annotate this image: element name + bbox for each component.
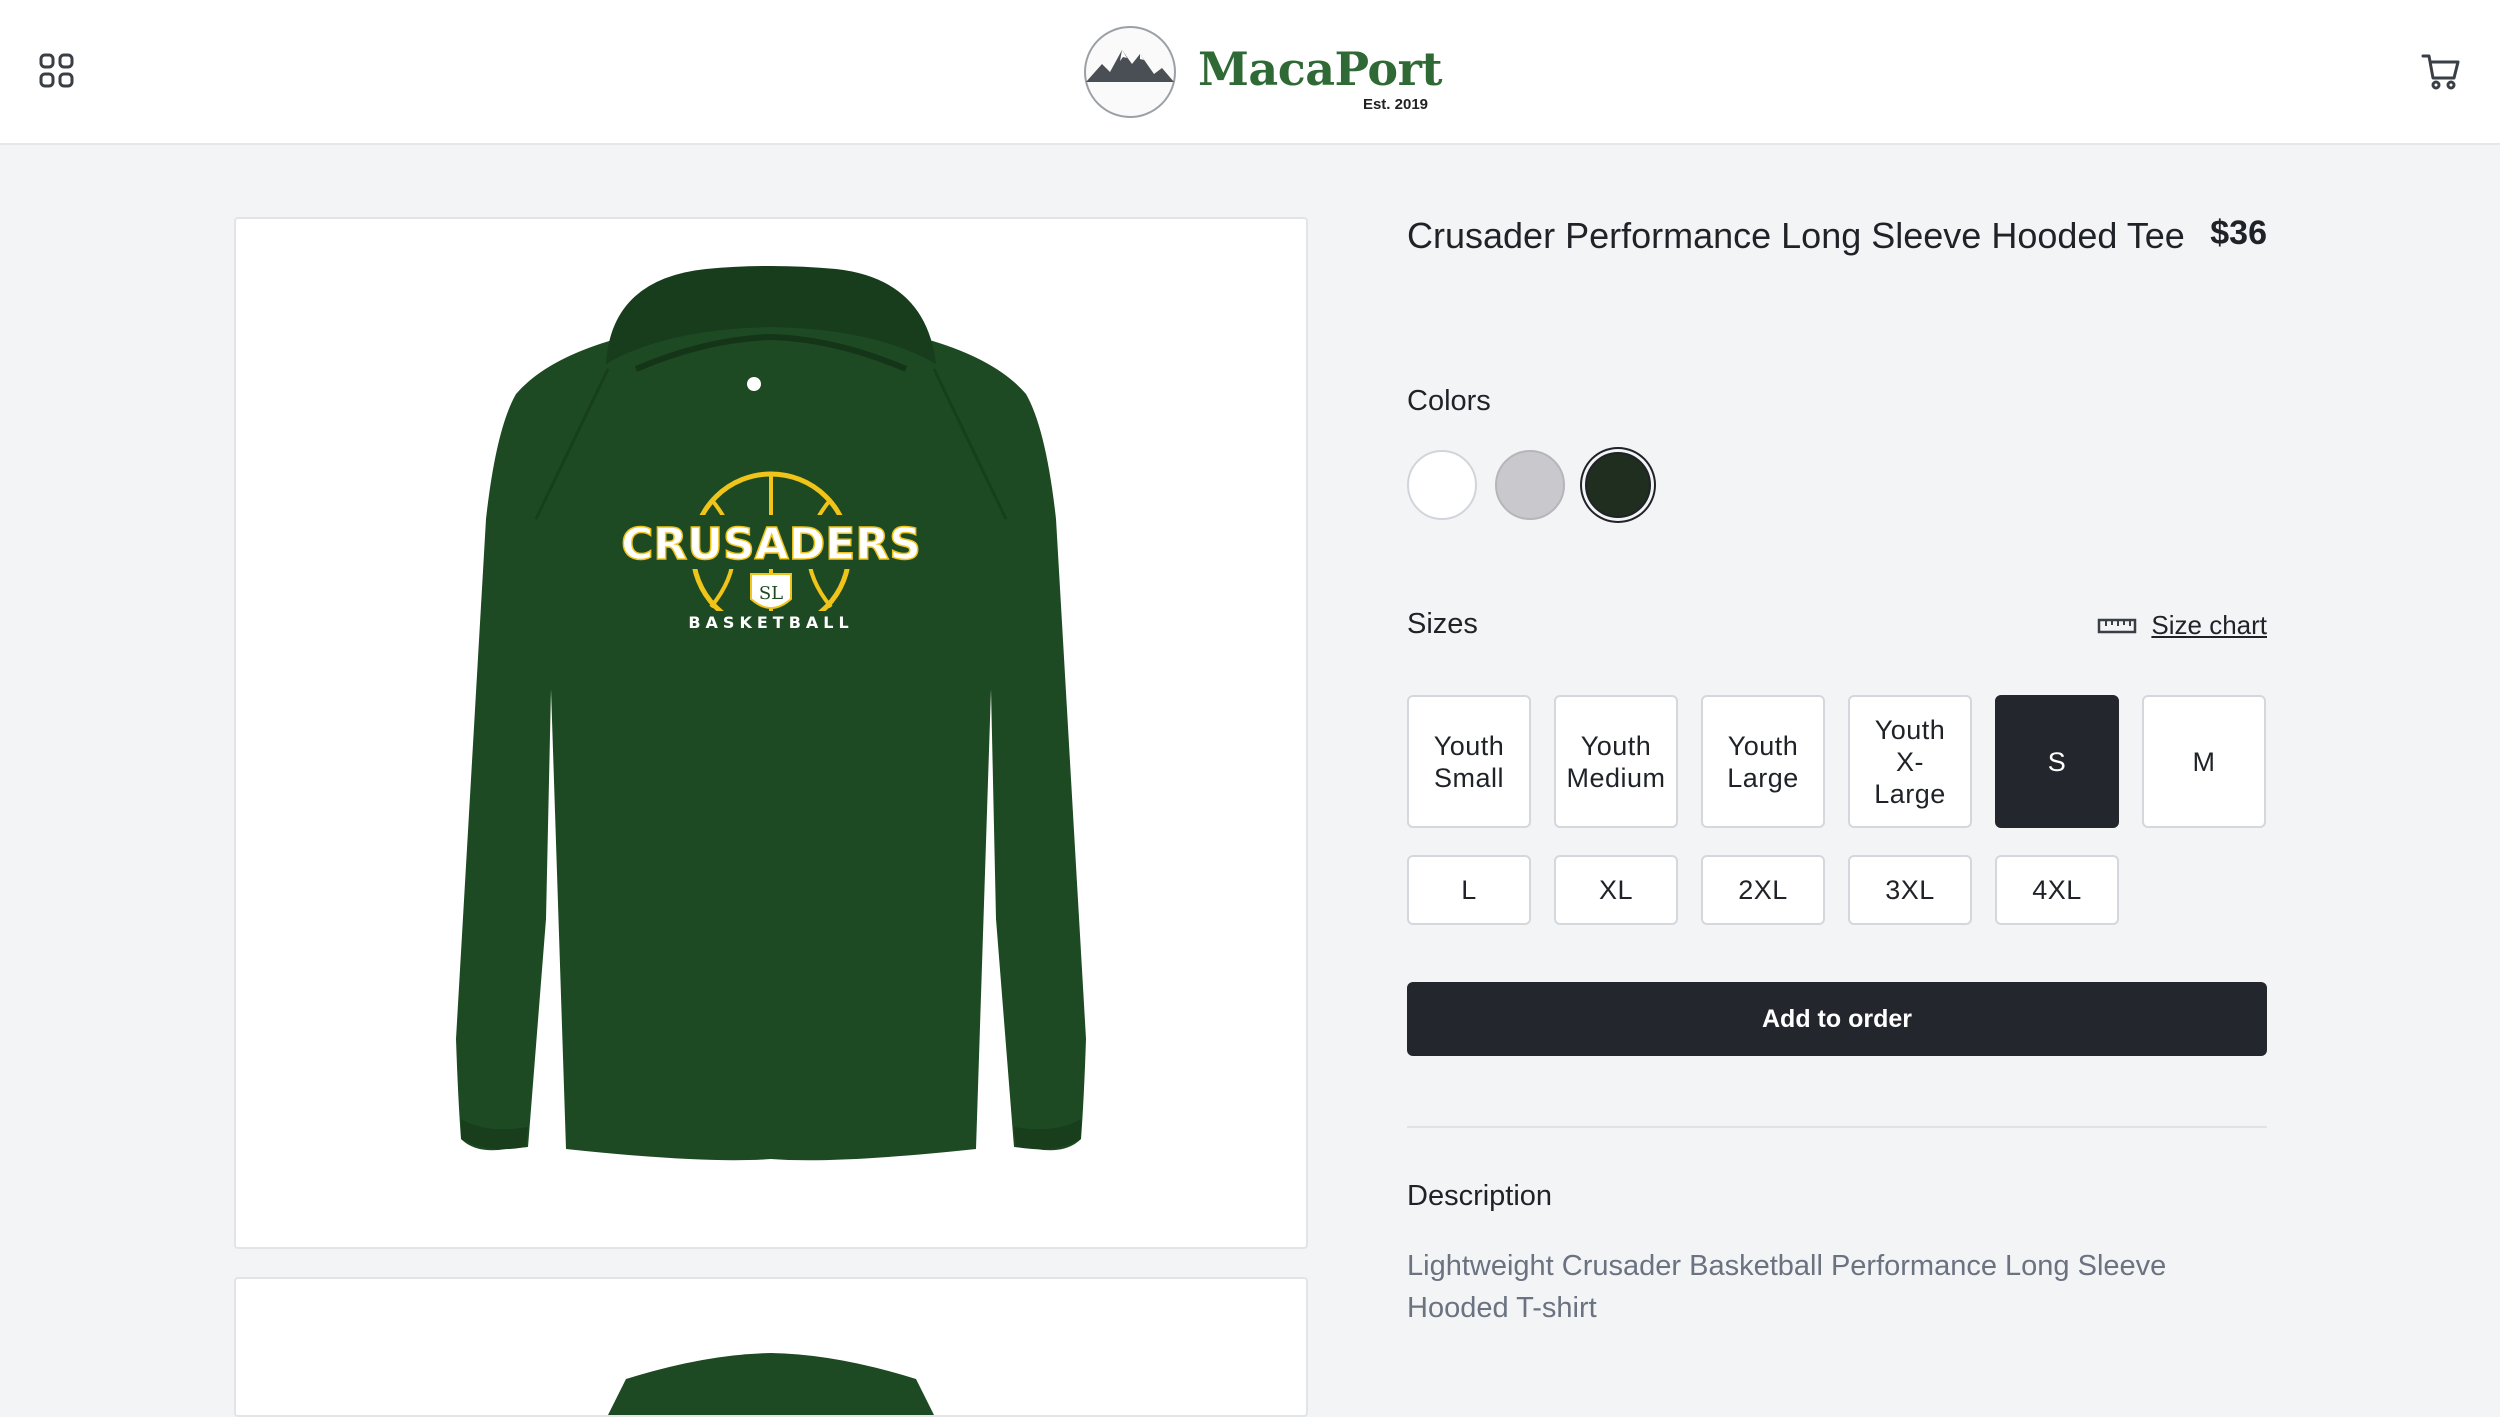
product-image-secondary[interactable]: [234, 1277, 1308, 1417]
svg-text:BASKETBALL: BASKETBALL: [688, 613, 853, 632]
size-option-youth-small[interactable]: Youth Small: [1407, 695, 1531, 828]
description-heading: Description: [1407, 1180, 1553, 1212]
cart-icon[interactable]: [2420, 50, 2462, 92]
size-option-4xl[interactable]: 4XL: [1995, 855, 2119, 925]
top-header: MacaPort Est. 2019: [0, 0, 2500, 145]
grid-menu-icon[interactable]: [38, 52, 76, 90]
svg-text:CRUSADERS: CRUSADERS: [621, 519, 921, 570]
color-swatch-gray[interactable]: [1495, 450, 1565, 520]
size-option-3xl[interactable]: 3XL: [1848, 855, 1972, 925]
add-to-order-button[interactable]: Add to order: [1407, 982, 2267, 1056]
section-divider: [1407, 1126, 2267, 1128]
size-option-xl[interactable]: XL: [1554, 855, 1678, 925]
size-option-s[interactable]: S: [1995, 695, 2119, 828]
size-chart-link[interactable]: Size chart: [2097, 610, 2267, 641]
product-price: $36: [2210, 214, 2267, 252]
hoodie-body-shape: [456, 313, 1086, 1161]
size-option-youth-medium[interactable]: Youth Medium: [1554, 695, 1678, 828]
brand-logo[interactable]: MacaPort Est. 2019: [1082, 22, 1443, 122]
color-swatch-white[interactable]: [1407, 450, 1477, 520]
badger-logo-icon: [747, 377, 761, 391]
size-option-m[interactable]: M: [2142, 695, 2266, 828]
sizes-label: Sizes: [1407, 608, 1478, 640]
color-swatch-forest-green[interactable]: [1585, 452, 1651, 518]
size-option-youth-large[interactable]: Youth Large: [1701, 695, 1825, 828]
size-option-2xl[interactable]: 2XL: [1701, 855, 1825, 925]
color-swatches: [1407, 450, 1651, 520]
mountain-logo-icon: [1082, 24, 1178, 120]
ruler-icon: [2098, 618, 2137, 633]
brand-name: MacaPort: [1198, 42, 1443, 96]
size-chart-label: Size chart: [2151, 610, 2267, 640]
colors-label: Colors: [1407, 385, 1491, 417]
product-title: Crusader Performance Long Sleeve Hooded …: [1407, 215, 2185, 256]
svg-text:SL: SL: [759, 583, 783, 604]
brand-established: Est. 2019: [1362, 96, 1428, 113]
size-option-l[interactable]: L: [1407, 855, 1531, 925]
size-option-youth-x-large[interactable]: Youth X-Large: [1848, 695, 1972, 828]
description-text: Lightweight Crusader Basketball Performa…: [1407, 1250, 2167, 1324]
product-image-main[interactable]: CRUSADERS SL BASKETBALL: [234, 217, 1308, 1249]
